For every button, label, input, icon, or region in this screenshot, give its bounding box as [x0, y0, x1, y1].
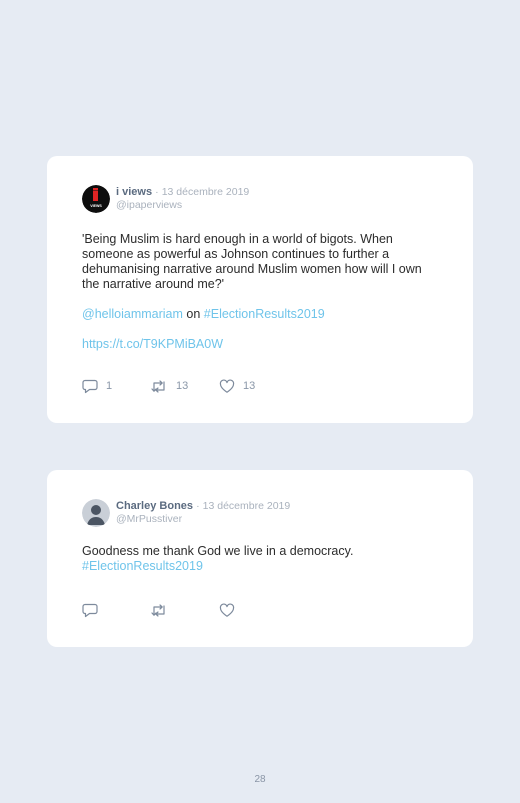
tweet-card: VIEWS i views · 13 décembre 2019 @ipaper… [47, 156, 473, 423]
tweet-body: 'Being Muslim is hard enough in a world … [82, 232, 432, 367]
date-separator: · [196, 500, 200, 512]
like-icon [219, 602, 235, 618]
like-button[interactable] [219, 601, 235, 619]
retweet-button[interactable] [150, 601, 168, 619]
tweet-date[interactable]: 13 décembre 2019 [162, 186, 250, 198]
mention-link[interactable]: @helloiammariam [82, 307, 183, 321]
author-handle[interactable]: @MrPusstiver [116, 513, 290, 526]
author-name[interactable]: Charley Bones [116, 500, 193, 512]
hashtag-link[interactable]: #ElectionResults2019 [82, 559, 203, 573]
url-link[interactable]: https://t.co/T9KPMiBA0W [82, 337, 223, 351]
date-separator: · [155, 186, 159, 198]
author-name[interactable]: i views [116, 186, 152, 198]
tweet-card: Charley Bones · 13 décembre 2019 @MrPuss… [47, 470, 473, 647]
reply-icon [82, 379, 98, 394]
tweet-hashtag-line: #ElectionResults2019 [82, 559, 432, 574]
like-button[interactable]: 13 [219, 377, 255, 395]
retweet-icon [150, 603, 168, 618]
author-block: i views · 13 décembre 2019 @ipaperviews [116, 185, 249, 212]
tweet-mention-line: @helloiammariam on #ElectionResults2019 [82, 307, 432, 322]
tweet-body: Goodness me thank God we live in a democ… [82, 544, 432, 574]
hashtag-link[interactable]: #ElectionResults2019 [204, 307, 325, 321]
reply-count: 1 [106, 380, 113, 392]
mention-joiner: on [182, 307, 204, 321]
like-count: 13 [243, 380, 256, 392]
author-block: Charley Bones · 13 décembre 2019 @MrPuss… [116, 499, 290, 526]
tweet-text: 'Being Muslim is hard enough in a world … [82, 232, 422, 291]
tweet-text: Goodness me thank God we live in a democ… [82, 544, 354, 558]
avatar[interactable] [82, 499, 110, 527]
retweet-count: 13 [176, 380, 189, 392]
page-number: 28 [254, 774, 266, 785]
reply-icon [82, 603, 98, 618]
avatar[interactable]: VIEWS [82, 185, 110, 213]
retweet-button[interactable]: 13 [150, 377, 188, 395]
reply-button[interactable]: 1 [82, 377, 112, 395]
tweet-date[interactable]: 13 décembre 2019 [203, 500, 291, 512]
reply-button[interactable] [82, 601, 98, 619]
avatar-logo-text: VIEWS [90, 204, 102, 208]
tweet-url-line: https://t.co/T9KPMiBA0W [82, 337, 432, 352]
author-handle[interactable]: @ipaperviews [116, 199, 249, 212]
retweet-icon [150, 379, 168, 394]
like-icon [219, 378, 235, 394]
